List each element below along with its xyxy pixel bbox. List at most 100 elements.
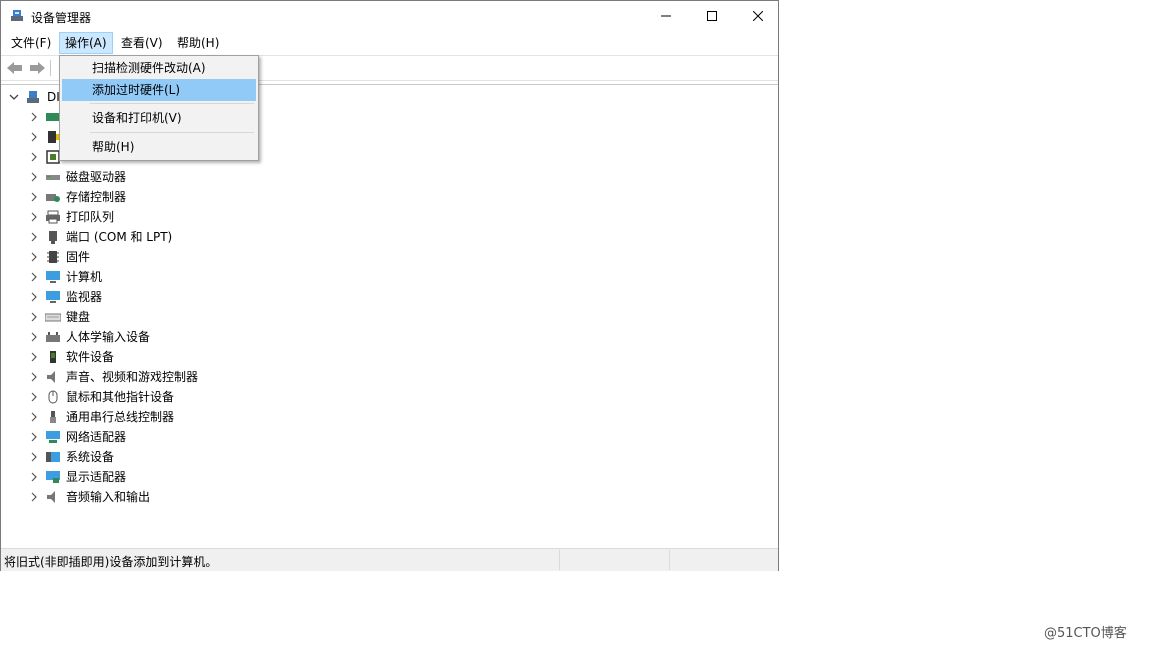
menu-action[interactable]: 操作(A) (59, 32, 113, 54)
keyboard-icon (45, 313, 61, 322)
tree-node[interactable]: 磁盘驱动器 (1, 167, 401, 187)
tree-node-label: 人体学输入设备 (66, 330, 151, 344)
tree-node-label: 显示适配器 (66, 470, 127, 484)
chevron-right-icon[interactable] (29, 367, 39, 387)
menu-bar: 文件(F) 操作(A) 查看(V) 帮助(H) (1, 32, 778, 54)
chevron-down-icon[interactable] (9, 92, 19, 102)
menu-help[interactable]: 帮助(H) (172, 32, 224, 54)
tree-node-label: 监视器 (66, 290, 103, 304)
chevron-right-icon[interactable] (29, 227, 39, 247)
tree-node[interactable]: 系统设备 (1, 447, 401, 467)
tree-node[interactable]: 人体学输入设备 (1, 327, 401, 347)
tree-node[interactable]: 端口 (COM 和 LPT) (1, 227, 401, 247)
menu-help-item[interactable]: 帮助(H) (62, 136, 256, 158)
chevron-right-icon[interactable] (29, 187, 39, 207)
tree-node[interactable]: 存储控制器 (1, 187, 401, 207)
menu-add-legacy-hardware[interactable]: 添加过时硬件(L) (62, 79, 256, 101)
printer-icon (46, 210, 60, 224)
audio-io-icon (47, 491, 55, 503)
chevron-right-icon[interactable] (29, 167, 39, 187)
menu-separator (90, 103, 254, 104)
display-adapter-icon (46, 471, 60, 483)
tree-node[interactable]: 键盘 (1, 307, 401, 327)
toolbar-separator (50, 60, 51, 76)
back-arrow-icon[interactable] (6, 60, 24, 76)
tree-node-label: 软件设备 (66, 350, 115, 364)
tree-node[interactable]: 声音、视频和游戏控制器 (1, 367, 401, 387)
tree-node-label: 计算机 (66, 270, 103, 284)
tree-node[interactable]: 音频输入和输出 (1, 487, 401, 507)
window-title: 设备管理器 (31, 11, 92, 25)
tree-node-label: 音频输入和输出 (66, 490, 151, 504)
menu-scan-hardware[interactable]: 扫描检测硬件改动(A) (62, 57, 256, 79)
tree-node[interactable]: 显示适配器 (1, 467, 401, 487)
mouse-icon (48, 390, 58, 404)
chevron-right-icon[interactable] (29, 467, 39, 487)
chevron-right-icon[interactable] (29, 127, 39, 147)
chevron-right-icon[interactable] (29, 287, 39, 307)
tree-node[interactable]: 网络适配器 (1, 427, 401, 447)
chevron-right-icon[interactable] (29, 327, 39, 347)
chevron-right-icon[interactable] (29, 107, 39, 127)
tree-root-label: DI (47, 90, 60, 104)
tree-node-label: 打印队列 (66, 210, 115, 224)
system-device-icon (46, 452, 60, 462)
usb-icon (50, 411, 56, 423)
tree-node-label: 网络适配器 (66, 430, 127, 444)
title-bar[interactable]: 设备管理器 (1, 1, 778, 31)
menu-devices-and-printers[interactable]: 设备和打印机(V) (62, 107, 256, 129)
chevron-right-icon[interactable] (29, 447, 39, 467)
chevron-right-icon[interactable] (29, 407, 39, 427)
chevron-right-icon[interactable] (29, 147, 39, 167)
tree-node-label: 存储控制器 (66, 190, 127, 204)
chevron-right-icon[interactable] (29, 387, 39, 407)
status-bar: 将旧式(非即插即用)设备添加到计算机。 (1, 548, 778, 571)
chevron-right-icon[interactable] (29, 307, 39, 327)
tree-node-label: 鼠标和其他指针设备 (66, 390, 175, 404)
close-button[interactable] (735, 1, 781, 31)
chevron-right-icon[interactable] (29, 247, 39, 267)
tree-node-label: 磁盘驱动器 (66, 170, 127, 184)
watermark: @51CTO博客 (1044, 626, 1127, 641)
chevron-right-icon[interactable] (29, 487, 39, 507)
firmware-icon (47, 251, 59, 263)
computer-root-icon (27, 91, 39, 103)
storage-controller-icon (46, 194, 60, 202)
chevron-right-icon[interactable] (29, 347, 39, 367)
hid-icon (46, 332, 60, 342)
chevron-right-icon[interactable] (29, 267, 39, 287)
tree-node-label: 系统设备 (66, 450, 115, 464)
action-menu-dropdown: 扫描检测硬件改动(A) 添加过时硬件(L) 设备和打印机(V) 帮助(H) (59, 55, 259, 161)
device-manager-app-icon (11, 10, 23, 21)
status-separator (559, 550, 560, 570)
tree-node[interactable]: 打印队列 (1, 207, 401, 227)
tree-node[interactable]: 软件设备 (1, 347, 401, 367)
disk-drive-icon (46, 175, 60, 180)
chevron-right-icon[interactable] (29, 427, 39, 447)
close-icon (753, 11, 763, 21)
minimize-button[interactable] (643, 1, 689, 31)
maximize-icon (707, 11, 717, 21)
software-device-icon (50, 351, 56, 363)
tree-node[interactable]: 鼠标和其他指针设备 (1, 387, 401, 407)
menu-file[interactable]: 文件(F) (6, 32, 56, 54)
tree-node[interactable]: 固件 (1, 247, 401, 267)
port-icon (49, 231, 57, 244)
network-adapter-icon (46, 431, 60, 443)
tree-node-label: 声音、视频和游戏控制器 (66, 370, 199, 384)
tree-node-label: 通用串行总线控制器 (66, 410, 175, 424)
tree-node-label: 端口 (COM 和 LPT) (66, 230, 173, 244)
tree-node[interactable]: 计算机 (1, 267, 401, 287)
menu-separator (90, 132, 254, 133)
forward-arrow-icon[interactable] (28, 60, 46, 76)
maximize-button[interactable] (689, 1, 735, 31)
monitor-icon (46, 291, 60, 303)
menu-view[interactable]: 查看(V) (116, 32, 168, 54)
chevron-right-icon[interactable] (29, 207, 39, 227)
computer-icon (46, 271, 60, 283)
tree-node[interactable]: 通用串行总线控制器 (1, 407, 401, 427)
minimize-icon (661, 15, 671, 17)
tree-node[interactable]: 监视器 (1, 287, 401, 307)
tree-node-label: 键盘 (66, 310, 91, 324)
status-text: 将旧式(非即插即用)设备添加到计算机。 (4, 555, 218, 569)
